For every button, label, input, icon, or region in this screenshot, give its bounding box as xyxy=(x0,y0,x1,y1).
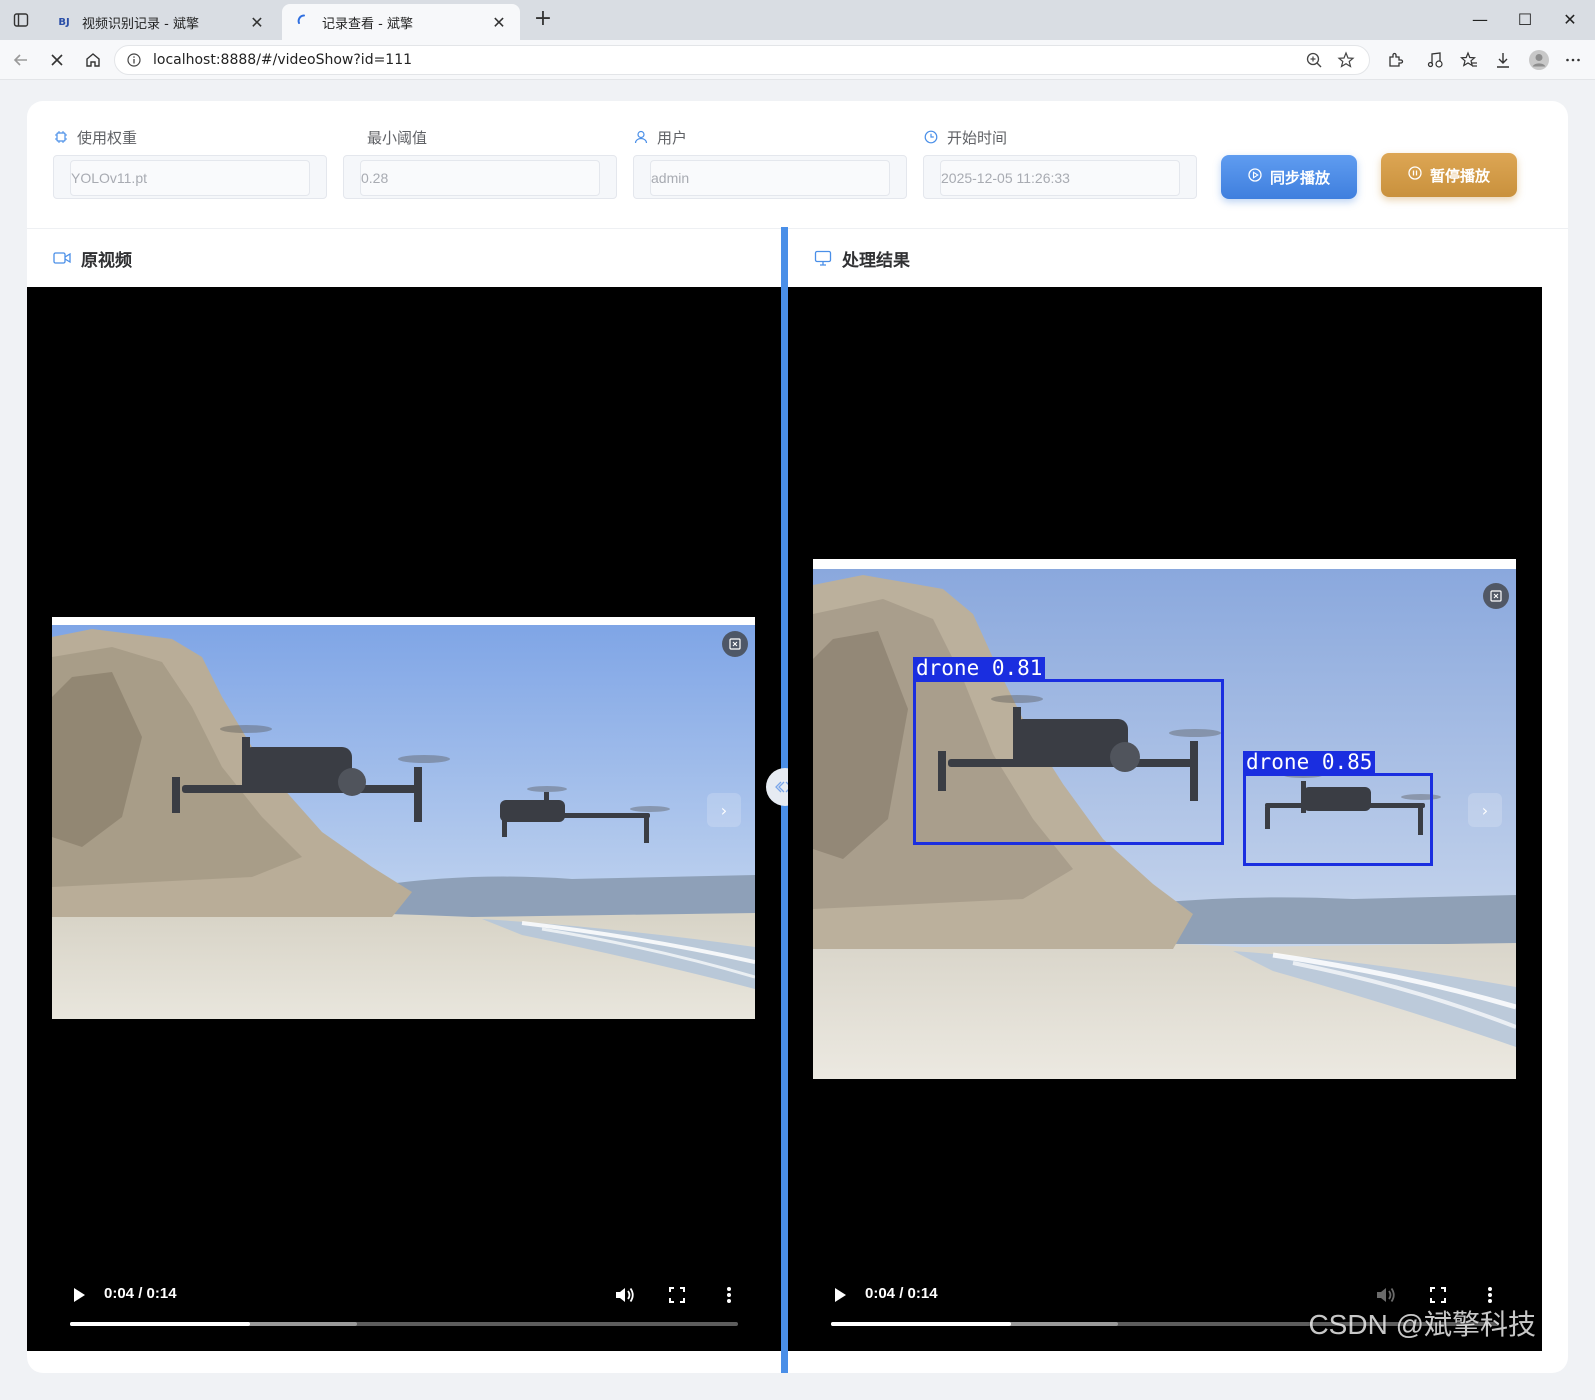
download-icon[interactable] xyxy=(1490,48,1516,72)
play-icon[interactable] xyxy=(830,1285,850,1305)
cpu-icon xyxy=(53,129,69,145)
weight-field: 使用权重 xyxy=(53,127,327,199)
start-time-field: 开始时间 xyxy=(923,127,1197,199)
extensions-icon[interactable] xyxy=(1382,48,1408,72)
pause-play-button[interactable]: 暂停播放 xyxy=(1381,153,1517,197)
user-input[interactable] xyxy=(650,160,890,196)
browser-tab-record-view[interactable]: 记录查看 - 斌擎 ✕ xyxy=(282,4,520,40)
detection-box-1 xyxy=(913,679,1224,845)
favorites-icon[interactable] xyxy=(1456,48,1482,72)
result-video-player[interactable]: drone 0.81 drone 0.85 › 0:04 / 0:14 CSDN… xyxy=(788,287,1542,1351)
threshold-input-wrapper xyxy=(343,155,617,199)
monitor-icon xyxy=(814,249,832,267)
site-info-icon[interactable] xyxy=(125,51,143,69)
original-video-title: 原视频 xyxy=(81,250,132,271)
new-tab-button[interactable]: + xyxy=(530,8,556,32)
weight-input[interactable] xyxy=(70,160,310,196)
start-time-input-wrapper xyxy=(923,155,1197,199)
sync-play-button[interactable]: 同步播放 xyxy=(1221,155,1357,199)
tab-actions-icon[interactable] xyxy=(8,8,34,32)
close-window-icon[interactable]: ✕ xyxy=(1550,6,1590,34)
stop-loading-icon[interactable] xyxy=(44,48,70,72)
video-time: 0:04 / 0:14 xyxy=(104,1285,177,1302)
user-label: 用户 xyxy=(657,128,688,147)
weight-label: 使用权重 xyxy=(77,128,138,147)
user-field: 用户 xyxy=(633,127,907,199)
browser-toolbar: localhost:8888/#/videoShow?id=111 xyxy=(0,40,1595,80)
original-video-frame: › xyxy=(52,617,755,1019)
tab-title: 视频识别记录 - 斌擎 xyxy=(82,16,199,32)
original-video-controls: 0:04 / 0:14 xyxy=(27,1261,781,1351)
profile-avatar-icon[interactable] xyxy=(1526,48,1552,72)
detection-label-1: drone 0.81 xyxy=(913,657,1046,679)
maximize-icon[interactable]: ☐ xyxy=(1505,6,1545,34)
threshold-input[interactable] xyxy=(360,160,600,196)
video-more-options-icon[interactable] xyxy=(717,1283,741,1307)
volume-icon[interactable] xyxy=(613,1283,637,1307)
result-video-header: 处理结果 xyxy=(814,229,910,287)
expand-frame-icon[interactable] xyxy=(1483,583,1509,609)
home-icon[interactable] xyxy=(80,48,106,72)
drone-beach-scene-image xyxy=(52,617,755,1019)
threshold-label: 最小阈值 xyxy=(367,128,428,147)
address-bar[interactable]: localhost:8888/#/videoShow?id=111 xyxy=(114,45,1370,75)
video-compare-card: 使用权重 最小阈值 xyxy=(27,101,1568,1373)
csdn-watermark: CSDN @斌擎科技 xyxy=(1308,1309,1536,1340)
user-icon xyxy=(633,129,649,145)
more-menu-icon[interactable] xyxy=(1560,48,1586,72)
played-bar xyxy=(831,1322,1012,1326)
favorite-star-icon[interactable] xyxy=(1337,51,1355,73)
close-tab-icon[interactable]: ✕ xyxy=(248,13,266,32)
threshold-field: 最小阈值 xyxy=(343,127,617,199)
expand-frame-icon[interactable] xyxy=(722,631,748,657)
pause-play-label: 暂停播放 xyxy=(1429,166,1490,185)
video-time: 0:04 / 0:14 xyxy=(865,1285,938,1302)
result-video-title: 处理结果 xyxy=(842,250,910,271)
record-info-form: 使用权重 最小阈值 xyxy=(27,101,1568,229)
clock-icon xyxy=(923,129,939,145)
fullscreen-icon[interactable] xyxy=(665,1283,689,1307)
minimize-icon[interactable]: — xyxy=(1460,6,1500,34)
next-frame-arrow-icon[interactable]: › xyxy=(707,793,741,827)
site-favicon-icon: BJ xyxy=(58,16,70,28)
loading-spinner-icon xyxy=(294,14,314,31)
page-content: 使用权重 最小阈值 xyxy=(0,81,1595,1400)
sync-play-label: 同步播放 xyxy=(1269,168,1330,187)
url-text: localhost:8888/#/videoShow?id=111 xyxy=(153,52,413,68)
play-icon[interactable] xyxy=(69,1285,89,1305)
video-progress-bar[interactable] xyxy=(70,1322,738,1326)
video-camera-icon xyxy=(53,249,71,267)
play-circle-icon xyxy=(1248,168,1262,186)
played-bar xyxy=(70,1322,251,1326)
media-control-icon[interactable] xyxy=(1422,48,1448,72)
start-time-label: 开始时间 xyxy=(947,128,1008,147)
detection-box-2 xyxy=(1243,773,1433,866)
user-input-wrapper xyxy=(633,155,907,199)
browser-tab-bar: BJ 视频识别记录 - 斌擎 ✕ 记录查看 - 斌擎 ✕ + — ☐ ✕ xyxy=(0,0,1595,40)
browser-tab-video-records[interactable]: BJ 视频识别记录 - 斌擎 ✕ xyxy=(42,4,278,40)
original-video-header: 原视频 xyxy=(53,229,132,287)
result-video-frame: drone 0.81 drone 0.85 › xyxy=(813,559,1516,1079)
next-frame-arrow-icon[interactable]: › xyxy=(1468,793,1502,827)
zoom-icon[interactable] xyxy=(1305,51,1323,73)
pause-circle-icon xyxy=(1408,166,1422,184)
back-arrow-icon[interactable] xyxy=(8,48,34,72)
close-tab-icon[interactable]: ✕ xyxy=(490,13,508,32)
tab-title: 记录查看 - 斌擎 xyxy=(322,16,413,32)
start-time-input[interactable] xyxy=(940,160,1180,196)
original-video-player[interactable]: › 0:04 / 0:14 xyxy=(27,287,781,1351)
detection-label-2: drone 0.85 xyxy=(1243,751,1376,773)
weight-input-wrapper xyxy=(53,155,327,199)
